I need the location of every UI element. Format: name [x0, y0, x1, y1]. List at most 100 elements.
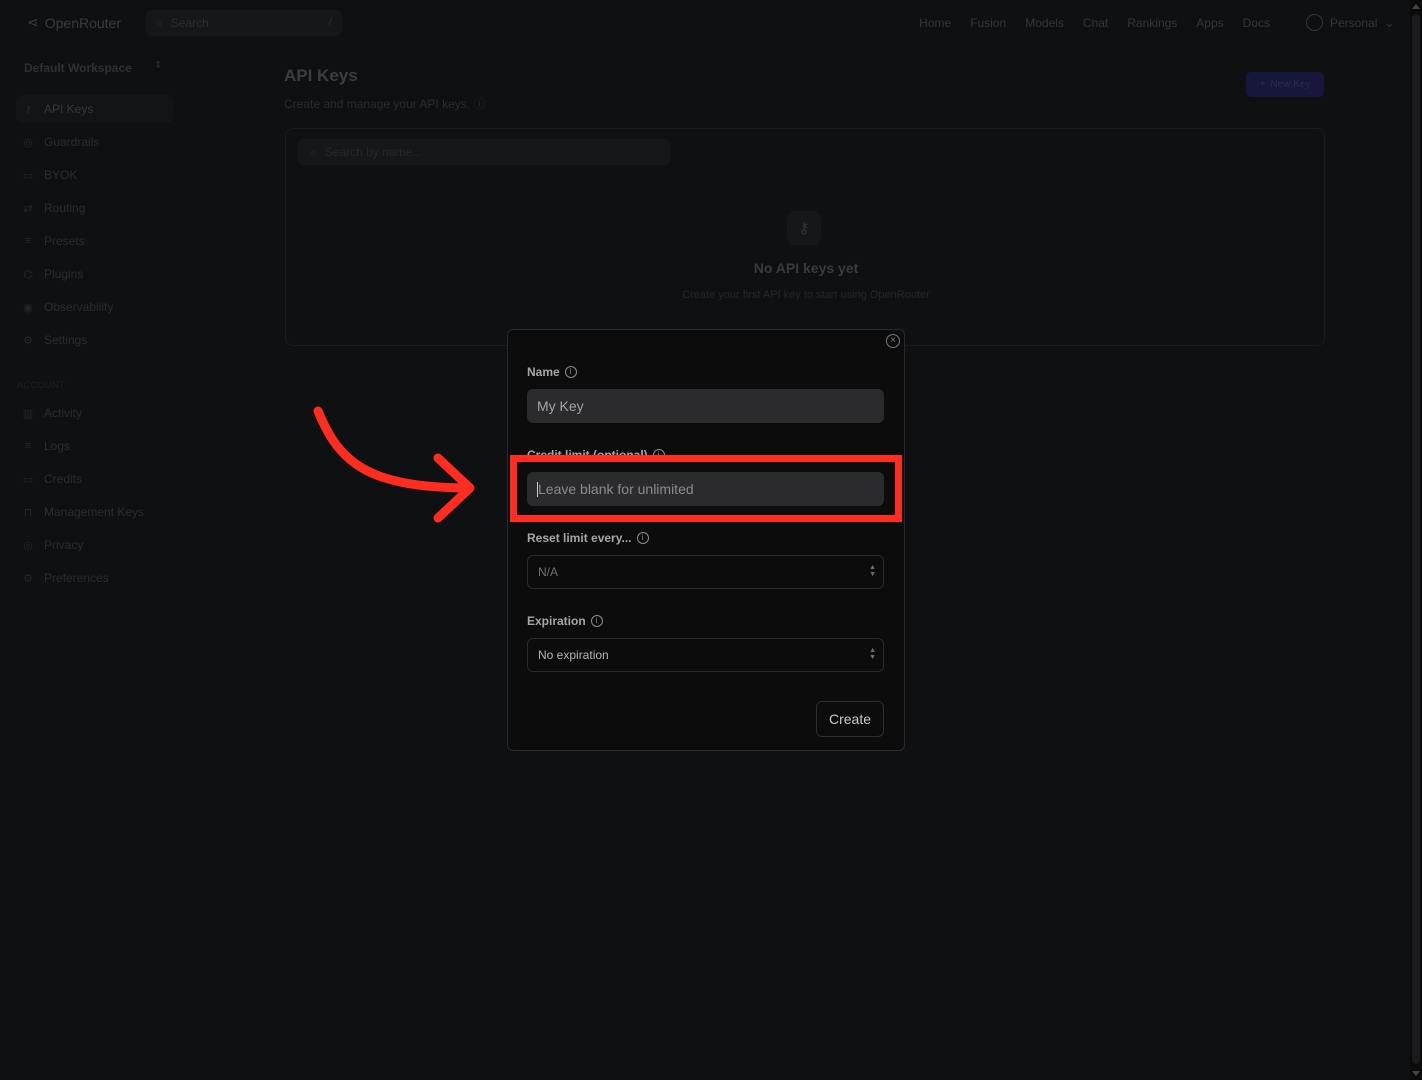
sidebar-item-label: Preferences	[44, 571, 109, 585]
sidebar-item-management-keys[interactable]: ⊓ Management Keys	[16, 498, 174, 526]
create-key-dialog: × Name i My Key Credit limit (optional) …	[507, 329, 905, 751]
lock-icon: ⊓	[23, 506, 33, 519]
sidebar-item-label: Guardrails	[44, 135, 100, 149]
api-keys-panel: ⌕ Search by name... ⚷ No API keys yet Cr…	[285, 128, 1325, 346]
nav-link-chat[interactable]: Chat	[1083, 16, 1108, 30]
empty-state-subtitle: Create your first API key to start using…	[682, 289, 930, 301]
sidebar-item-logs[interactable]: ≡ Logs	[16, 432, 174, 460]
scrollbar-thumb[interactable]	[1412, 14, 1420, 1064]
new-key-button[interactable]: + New Key	[1246, 72, 1324, 97]
global-search[interactable]: ⌕ Search /	[146, 10, 342, 36]
account-section-label: ACCOUNT	[17, 380, 65, 390]
eye-icon: ◉	[23, 301, 33, 314]
sidebar-item-label: Routing	[44, 201, 86, 215]
reset-limit-label-text: Reset limit every...	[527, 531, 632, 545]
nav-link-docs[interactable]: Docs	[1243, 16, 1270, 30]
sidebar-item-activity[interactable]: ▥ Activity	[16, 399, 174, 427]
name-field-value: My Key	[537, 398, 584, 414]
new-key-label: New Key	[1270, 79, 1311, 90]
page-title: API Keys	[284, 66, 358, 85]
sidebar-item-label: BYOK	[44, 168, 78, 182]
card-icon: ▭	[22, 169, 34, 182]
sidebar-item-label: Settings	[44, 333, 88, 347]
brand-name: OpenRouter	[44, 14, 122, 31]
annotation-arrow-icon	[313, 406, 475, 523]
workspace-selector[interactable]: Default Workspace	[24, 61, 132, 75]
search-icon: ⌕	[156, 15, 163, 30]
top-nav: ⋖ OpenRouter ⌕ Search / Home Fusion Mode…	[0, 0, 1410, 46]
sidebar-item-api-keys[interactable]: ⚷ API Keys	[16, 95, 174, 123]
sidebar-item-settings[interactable]: ⚙ Settings	[16, 326, 174, 354]
sidebar-item-label: Activity	[44, 406, 83, 420]
create-button[interactable]: Create	[816, 701, 884, 737]
chevron-updown-icon: ▲ ▼	[869, 647, 876, 661]
reset-limit-label: Reset limit every... i	[527, 531, 649, 545]
info-icon: ⓘ	[473, 97, 486, 111]
openrouter-logo-icon: ⋖	[27, 14, 39, 30]
key-icon: ⚷	[23, 103, 33, 116]
page-scrollbar[interactable]	[1410, 0, 1422, 1080]
list-icon: ≡	[24, 235, 32, 247]
key-search-input[interactable]: ⌕ Search by name...	[298, 139, 670, 165]
name-label-text: Name	[527, 365, 560, 379]
sidebar-item-observability[interactable]: ◉ Observability	[16, 293, 174, 321]
card-icon: ▭	[22, 473, 34, 486]
gear-icon: ⚙	[23, 334, 33, 347]
plug-icon: ⌬	[23, 268, 33, 281]
reset-limit-select[interactable]: N/A ▲ ▼	[527, 555, 884, 589]
info-icon: i	[564, 366, 577, 378]
list-icon: ≡	[24, 440, 32, 452]
chevron-updown-icon: ▲ ▼	[869, 564, 876, 578]
page-subtitle-text: Create and manage your API keys.	[284, 97, 471, 111]
chart-icon: ▥	[22, 407, 34, 420]
search-shortcut: /	[328, 16, 332, 28]
name-field[interactable]: My Key	[527, 389, 884, 423]
account-label: Personal	[1330, 15, 1378, 30]
gear-icon: ⚙	[23, 572, 33, 585]
shield-icon: ◎	[23, 136, 33, 149]
info-icon: i	[590, 615, 603, 627]
route-icon: ⇄	[23, 202, 33, 215]
chevron-down-icon: ⌄	[1384, 15, 1395, 30]
sidebar-item-label: Presets	[44, 234, 85, 248]
sidebar-item-label: Logs	[44, 439, 71, 453]
info-icon: i	[636, 532, 649, 544]
avatar	[1306, 14, 1323, 31]
expiration-label-text: Expiration	[527, 614, 586, 628]
sidebar-item-privacy[interactable]: ◎ Privacy	[16, 531, 174, 559]
chevron-updown-icon: ⇕	[154, 60, 163, 71]
account-menu[interactable]: Personal ⌄	[1306, 14, 1394, 31]
empty-state-title: No API keys yet	[753, 260, 859, 276]
sidebar-item-presets[interactable]: ≡ Presets	[16, 227, 174, 255]
nav-link-apps[interactable]: Apps	[1196, 16, 1223, 30]
nav-link-rankings[interactable]: Rankings	[1127, 16, 1177, 30]
scroll-up-icon[interactable]	[1412, 4, 1420, 9]
sidebar-item-preferences[interactable]: ⚙ Preferences	[16, 564, 174, 592]
name-label: Name i	[527, 365, 577, 379]
brand-logo[interactable]: ⋖ OpenRouter	[27, 14, 121, 31]
nav-link-fusion[interactable]: Fusion	[970, 16, 1006, 30]
highlight-box	[510, 455, 902, 522]
key-search-placeholder: Search by name...	[324, 145, 423, 159]
sidebar-item-label: Credits	[44, 472, 83, 486]
sidebar-item-byok[interactable]: ▭ BYOK	[16, 161, 174, 189]
key-icon: ⚷	[787, 211, 821, 245]
plus-icon: +	[1259, 79, 1266, 90]
nav-link-home[interactable]: Home	[919, 16, 951, 30]
page-background: ⋖ OpenRouter ⌕ Search / Home Fusion Mode…	[0, 0, 1410, 1080]
sidebar-item-plugins[interactable]: ⌬ Plugins	[16, 260, 174, 288]
nav-link-models[interactable]: Models	[1025, 16, 1064, 30]
sidebar-item-label: Privacy	[44, 538, 84, 552]
sidebar-item-routing[interactable]: ⇄ Routing	[16, 194, 174, 222]
sidebar-item-guardrails[interactable]: ◎ Guardrails	[16, 128, 174, 156]
sidebar-item-label: API Keys	[44, 102, 94, 116]
sidebar-item-label: Management Keys	[44, 505, 145, 519]
close-icon[interactable]: ×	[886, 334, 900, 348]
expiration-select[interactable]: No expiration ▲ ▼	[527, 638, 884, 672]
reset-limit-value: N/A	[538, 565, 559, 579]
scroll-down-icon[interactable]	[1412, 1071, 1420, 1076]
sidebar-item-credits[interactable]: ▭ Credits	[16, 465, 174, 493]
sidebar-item-label: Plugins	[44, 267, 84, 281]
nav-links: Home Fusion Models Chat Rankings Apps Do…	[919, 16, 1270, 30]
sidebar-item-label: Observability	[44, 300, 114, 314]
